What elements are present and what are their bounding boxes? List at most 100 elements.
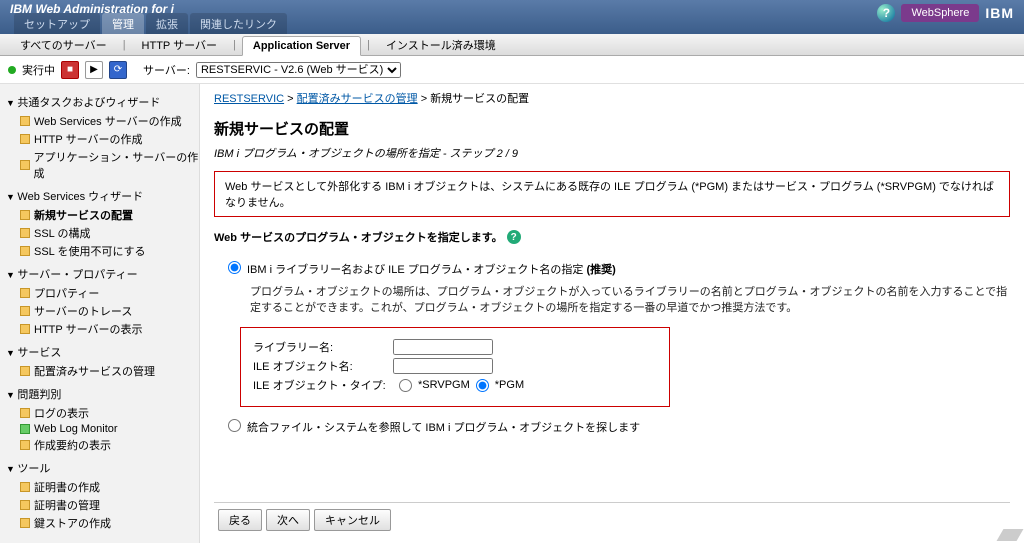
start-button[interactable]: ▶ xyxy=(85,61,103,79)
back-button[interactable]: 戻る xyxy=(218,509,262,531)
library-hint: プログラム・オブジェクトの場所は、プログラム・オブジェクトが入っているライブラリ… xyxy=(250,283,1010,315)
top-tab-links[interactable]: 関連したリンク xyxy=(190,13,287,34)
subtab-installed-env[interactable]: インストール済み環境 xyxy=(376,34,506,56)
status-bar: 実行中 ■ ▶ ⟳ サーバー: RESTSERVIC - V2.6 (Web サ… xyxy=(0,56,1024,84)
sidebar-item-label: Web Services サーバーの作成 xyxy=(34,113,182,129)
sidebar-item[interactable]: HTTP サーバーの表示 xyxy=(4,320,199,338)
radio-srvpgm[interactable] xyxy=(399,379,412,392)
page-title: 新規サービスの配置 xyxy=(214,118,1010,139)
header: IBM Web Administration for i セットアップ 管理 拡… xyxy=(0,0,1024,34)
help-icon[interactable]: ? xyxy=(877,4,895,22)
library-form: ライブラリー名: ILE オブジェクト名: ILE オブジェクト・タイプ: *S… xyxy=(240,327,670,407)
warning-box: Web サービスとして外部化する IBM i オブジェクトは、システムにある既存… xyxy=(214,171,1010,217)
top-tab-setup[interactable]: セットアップ xyxy=(14,13,100,34)
sidebar-item-label: HTTP サーバーの作成 xyxy=(34,131,142,147)
sidebar-item[interactable]: 新規サービスの配置 xyxy=(4,206,199,224)
sidebar-item-icon xyxy=(20,134,30,144)
sidebar-item-label: アプリケーション・サーバーの作成 xyxy=(34,149,199,181)
sidebar-item-icon xyxy=(20,306,30,316)
sidebar-group-head[interactable]: Web Services ウィザード xyxy=(4,186,199,206)
sidebar-item-label: ログの表示 xyxy=(34,405,89,421)
server-select[interactable]: RESTSERVIC - V2.6 (Web サービス) xyxy=(196,62,401,78)
top-tab-manage[interactable]: 管理 xyxy=(102,13,144,34)
sidebar-item-icon xyxy=(20,160,30,170)
sidebar-group-head[interactable]: 問題判別 xyxy=(4,384,199,404)
sidebar-item-label: サーバーのトレース xyxy=(34,303,132,319)
sidebar-item-icon xyxy=(20,500,30,510)
sidebar-item-label: 証明書の管理 xyxy=(34,497,100,513)
sidebar-item-icon xyxy=(20,324,30,334)
subtab-http-server[interactable]: HTTP サーバー xyxy=(132,34,227,56)
sidebar-item[interactable]: 証明書の作成 xyxy=(4,478,199,496)
sidebar-item-label: 作成要約の表示 xyxy=(34,437,111,453)
sidebar-item[interactable]: 鍵ストアの作成 xyxy=(4,514,199,532)
sidebar-item-icon xyxy=(20,518,30,528)
sidebar-item-icon xyxy=(20,424,30,434)
sidebar-item-icon xyxy=(20,440,30,450)
help-icon[interactable]: ? xyxy=(507,230,521,244)
sidebar-item-icon xyxy=(20,116,30,126)
sidebar-item[interactable]: 作成要約の表示 xyxy=(4,436,199,454)
library-name-input[interactable] xyxy=(393,339,493,355)
ile-object-name-label: ILE オブジェクト名: xyxy=(253,358,393,374)
websphere-badge: WebSphere xyxy=(901,4,979,22)
sidebar-item[interactable]: SSL を使用不可にする xyxy=(4,242,199,260)
sidebar-item[interactable]: HTTP サーバーの作成 xyxy=(4,130,199,148)
ile-object-name-input[interactable] xyxy=(393,358,493,374)
stop-button[interactable]: ■ xyxy=(61,61,79,79)
sidebar-item[interactable]: 証明書の管理 xyxy=(4,496,199,514)
top-tabs: セットアップ 管理 拡張 関連したリンク xyxy=(14,13,287,34)
breadcrumb: RESTSERVIC > 配置済みサービスの管理 > 新規サービスの配置 xyxy=(214,90,1010,106)
status-dot-icon xyxy=(8,66,16,74)
sidebar-item[interactable]: サーバーのトレース xyxy=(4,302,199,320)
subtab-all-servers[interactable]: すべてのサーバー xyxy=(10,34,117,56)
sidebar-item-icon xyxy=(20,210,30,220)
radio-ifs-label[interactable]: 統合ファイル・システムを参照して IBM i プログラム・オブジェクトを探します xyxy=(247,419,640,435)
sidebar-group-head[interactable]: 共通タスクおよびウィザード xyxy=(4,92,199,112)
sidebar-item[interactable]: プロパティー xyxy=(4,284,199,302)
sidebar-item[interactable]: Web Log Monitor xyxy=(4,422,199,436)
sidebar-item-label: 証明書の作成 xyxy=(34,479,100,495)
radio-ifs-browse[interactable] xyxy=(228,419,241,432)
sidebar-item[interactable]: 配置済みサービスの管理 xyxy=(4,362,199,380)
status-label: 実行中 xyxy=(22,62,55,78)
breadcrumb-link-2[interactable]: 配置済みサービスの管理 xyxy=(297,93,418,105)
subtab-app-server[interactable]: Application Server xyxy=(242,36,361,56)
sidebar-item-label: 鍵ストアの作成 xyxy=(34,515,111,531)
sidebar-item[interactable]: SSL の構成 xyxy=(4,224,199,242)
radio-pgm-label: *PGM xyxy=(495,379,524,391)
main-content: RESTSERVIC > 配置済みサービスの管理 > 新規サービスの配置 新規サ… xyxy=(200,84,1024,543)
radio-pgm[interactable] xyxy=(476,379,489,392)
radio-library-label[interactable]: IBM i ライブラリー名および ILE プログラム・オブジェクト名の指定 (推… xyxy=(247,261,616,277)
breadcrumb-link-1[interactable]: RESTSERVIC xyxy=(214,93,284,105)
cancel-button[interactable]: キャンセル xyxy=(314,509,391,531)
refresh-button[interactable]: ⟳ xyxy=(109,61,127,79)
app-title: IBM Web Administration for i xyxy=(10,2,174,16)
sidebar-item-icon xyxy=(20,288,30,298)
wizard-footer: 戻る 次へ キャンセル xyxy=(214,502,1010,537)
sidebar-group-head[interactable]: サーバー・プロパティー xyxy=(4,264,199,284)
sidebar-item-icon xyxy=(20,246,30,256)
sidebar: 共通タスクおよびウィザードWeb Services サーバーの作成 HTTP サー… xyxy=(0,84,200,543)
header-right: ? WebSphere IBM xyxy=(877,4,1014,22)
radio-library-spec[interactable] xyxy=(228,261,241,274)
breadcrumb-current: 新規サービスの配置 xyxy=(430,93,529,105)
step-label: IBM i プログラム・オブジェクトの場所を指定 - ステップ 2 / 9 xyxy=(214,145,1010,161)
sub-tabs-bar: すべてのサーバー | HTTP サーバー | Application Serve… xyxy=(0,34,1024,56)
sidebar-group-head[interactable]: ツール xyxy=(4,458,199,478)
sidebar-item-label: HTTP サーバーの表示 xyxy=(34,321,142,337)
sidebar-item-label: 配置済みサービスの管理 xyxy=(34,363,155,379)
library-name-label: ライブラリー名: xyxy=(253,339,393,355)
sidebar-item-icon xyxy=(20,228,30,238)
radio-srvpgm-label: *SRVPGM xyxy=(418,379,470,391)
sidebar-item-label: SSL の構成 xyxy=(34,225,90,241)
next-button[interactable]: 次へ xyxy=(266,509,310,531)
sidebar-group-head[interactable]: サービス xyxy=(4,342,199,362)
sidebar-item[interactable]: アプリケーション・サーバーの作成 xyxy=(4,148,199,182)
sidebar-item-icon xyxy=(20,408,30,418)
sidebar-item-label: Web Log Monitor xyxy=(34,423,118,435)
top-tab-extend[interactable]: 拡張 xyxy=(146,13,188,34)
sidebar-item[interactable]: Web Services サーバーの作成 xyxy=(4,112,199,130)
sidebar-item[interactable]: ログの表示 xyxy=(4,404,199,422)
server-label: サーバー: xyxy=(143,62,190,78)
